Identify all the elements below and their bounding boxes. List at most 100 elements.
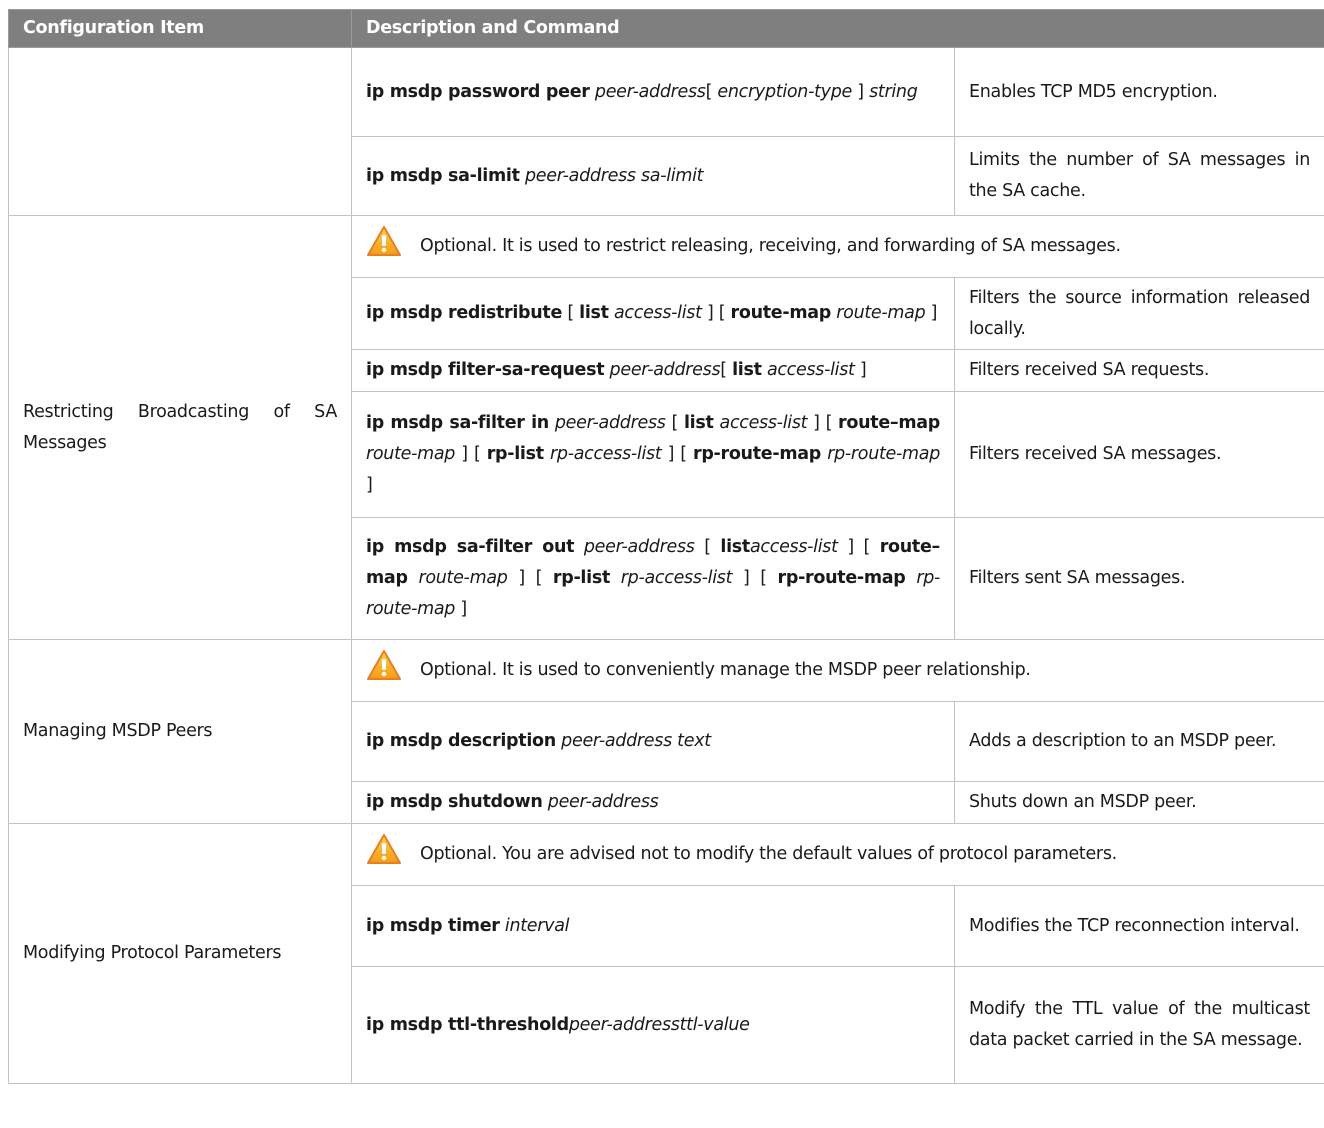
command-text: [ [562,303,580,323]
command-text [574,537,584,557]
note-text: Optional. It is used to restrict releasi… [420,236,1121,256]
command-keyword: ip msdp password peer [366,81,590,102]
command-keyword: rp-route-map [692,444,821,464]
command-cell: ip msdp filter-sa-request peer-address[ … [351,349,955,392]
note-cell: Optional. It is used to restrict releasi… [351,215,1324,278]
command-argument: peer-address [554,413,666,433]
command-argument: access-list [750,537,838,557]
command-text: ] [925,303,938,323]
command-keyword: rp-list [486,444,544,464]
description-cell: Shuts down an MSDP peer. [954,781,1324,824]
configuration-item-cell: Modifying Protocol Parameters [8,823,352,1084]
description-cell: Enables TCP MD5 encryption. [954,47,1324,137]
command-argument: access-list [614,303,702,323]
description-cell: Filters received SA messages. [954,391,1324,518]
command-argument: peer-address [609,360,721,380]
table-row: Restricting Broadcasting of SA Messages … [8,215,1324,640]
description-cell: Modify the TTL value of the multicast da… [954,966,1324,1084]
command-argument: access-list [719,413,808,433]
note-cell: Optional. You are advised not to modify … [351,823,1324,886]
document-page: Configuration Item Description and Comma… [8,9,1324,1128]
command-cell: ip msdp redistribute [ list access-list … [351,277,955,350]
command-keyword: ip msdp sa-filter in [366,413,549,433]
command-keyword: route–map [838,413,941,433]
command-keyword: ip msdp sa-limit [366,165,520,186]
command-argument: rp-access-list [620,568,733,588]
command-text: ] [ [455,444,487,464]
command-text: ] [366,475,373,495]
command-argument: peer-address [583,537,695,557]
command-text: ] [852,81,870,102]
command-cell: ip msdp description peer-address text [351,701,955,782]
command-argument: route-map [836,303,926,323]
warning-icon [366,649,402,692]
command-text [906,568,917,588]
command-keyword: ip msdp shutdown [366,792,543,812]
command-text: ] [854,360,867,380]
command-text: [ [694,537,721,557]
command-argument: interval [504,915,570,936]
table-header-row: Configuration Item Description and Comma… [8,9,1324,48]
configuration-item-cell: Managing MSDP Peers [8,639,352,824]
description-cell: Filters received SA requests. [954,349,1324,392]
command-argument: peer-address [594,81,706,102]
command-argument: peer-addressttl-value [568,1014,750,1035]
table-row: Managing MSDP Peers Optional. It is used… [8,639,1324,824]
description-cell: Filters sent SA messages. [954,517,1324,640]
description-cell: Limits the number of SA messages in the … [954,136,1324,216]
command-argument: rp-access-list [550,444,662,464]
command-keyword: ip msdp description [366,731,556,751]
command-text [610,568,621,588]
command-keyword: rp-route-map [777,568,906,588]
command-cell: ip msdp sa-filter out peer-address [ lis… [351,517,955,640]
command-text [408,568,419,588]
warning-icon [366,833,402,876]
header-configuration-item: Configuration Item [8,9,352,48]
command-argument: route-map [366,444,456,464]
command-text: ] [ [732,568,778,588]
table-row: ip msdp password peer peer-address[ encr… [8,47,1324,216]
command-cell: ip msdp shutdown peer-address [351,781,955,824]
item-cell-empty [8,47,352,216]
command-keyword: rp-list [552,568,611,588]
command-argument: access-list [766,360,855,380]
note-cell: Optional. It is used to conveniently man… [351,639,1324,702]
command-text: ] [ [807,413,839,433]
command-text: [ [720,360,733,380]
command-keyword: ip msdp timer [366,915,500,936]
command-argument: string [869,81,918,102]
header-description-and-command: Description and Command [351,9,1324,48]
table-row: Modifying Protocol Parameters Optional. … [8,823,1324,1084]
command-cell: ip msdp ttl-thresholdpeer-addressttl-val… [351,966,955,1084]
description-cell: Adds a description to an MSDP peer. [954,701,1324,782]
command-text: ] [ [837,537,880,557]
command-text: ] [ [661,444,693,464]
command-argument: peer-address [547,792,659,812]
command-text: [ [665,413,684,433]
note-text: Optional. It is used to conveniently man… [420,660,1031,680]
configuration-table: Configuration Item Description and Comma… [8,9,1324,1084]
command-cell: ip msdp password peer peer-address[ encr… [351,47,955,137]
command-cell: ip msdp sa-filter in peer-address [ list… [351,391,955,518]
command-keyword: list [732,360,762,380]
command-argument: peer-address text [561,731,711,751]
command-argument: route-map [418,568,508,588]
command-argument: peer-address sa-limit [524,165,704,186]
command-text: ] [ [701,303,731,323]
command-cell: ip msdp timer interval [351,885,955,967]
command-cell: ip msdp sa-limit peer-address sa-limit [351,136,955,216]
command-keyword: ip msdp ttl-threshold [366,1014,569,1035]
command-text: [ [705,81,718,102]
command-keyword: list [720,537,750,557]
command-keyword: list [579,303,609,323]
command-argument: encryption-type [717,81,852,102]
command-keyword: list [683,413,714,433]
note-text: Optional. You are advised not to modify … [420,844,1117,864]
command-text: ] [ [507,568,553,588]
command-keyword: ip msdp sa-filter out [366,537,575,557]
command-argument: rp-route-map [827,444,941,464]
command-keyword: ip msdp filter-sa-request [366,360,605,380]
command-keyword: ip msdp redistribute [366,303,563,323]
description-cell: Filters the source information released … [954,277,1324,350]
command-keyword: route-map [730,303,832,323]
